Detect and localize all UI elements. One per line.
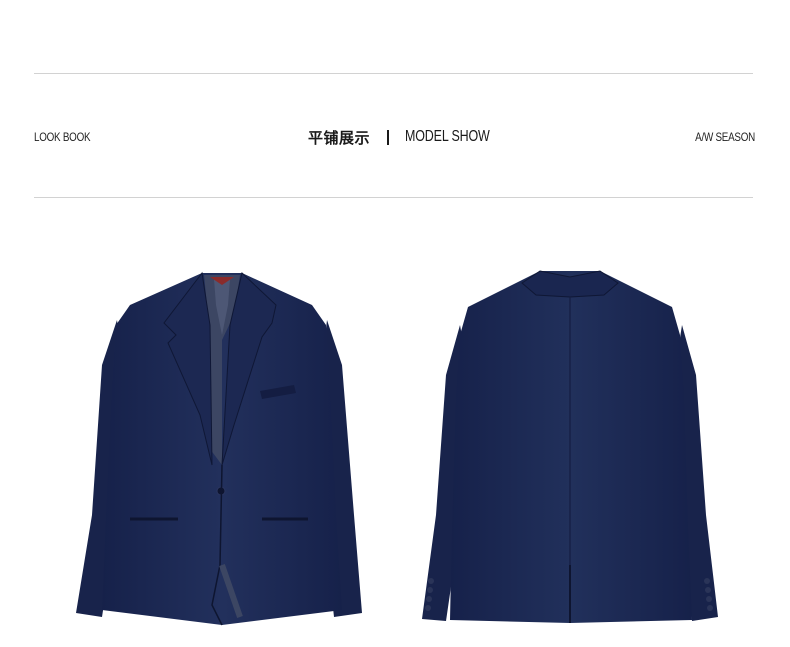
blazer-back-image — [420, 265, 720, 627]
section-title-cn: 平铺展示 — [308, 128, 371, 147]
section-header: LOOK BOOK 平铺展示 MODEL SHOW A/W SEASON — [34, 124, 755, 150]
section-title: 平铺展示 MODEL SHOW — [308, 124, 514, 150]
bottom-divider — [34, 197, 753, 198]
look-book-label: LOOK BOOK — [34, 130, 91, 144]
blazer-front-image — [72, 265, 372, 627]
section-title-en: MODEL SHOW — [405, 128, 490, 145]
title-separator — [387, 129, 390, 145]
season-label: A/W SEASON — [695, 130, 755, 144]
top-divider — [34, 73, 753, 74]
